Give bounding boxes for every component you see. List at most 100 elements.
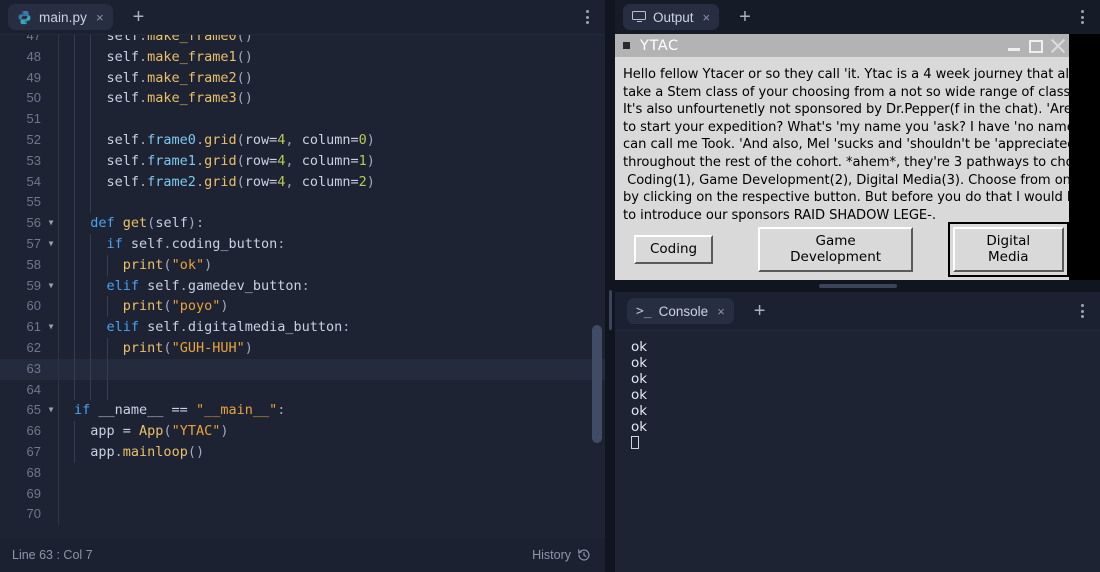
gutter-divider — [58, 67, 72, 89]
code-area[interactable]: 47 self.make_frame0() 48 self.make_frame1… — [0, 34, 605, 538]
code-token: ) — [366, 131, 375, 148]
editor-scrollbar-thumb[interactable] — [592, 325, 602, 443]
ytac-window-titlebar[interactable]: YTAC — [615, 34, 1069, 57]
code-token: = — [350, 152, 359, 169]
code-line[interactable]: 70 — [0, 504, 605, 526]
code-line[interactable]: 47 self.make_frame0() — [0, 35, 605, 47]
code-line[interactable]: 61 ▼ elif self.digitalmedia_button: — [0, 317, 605, 338]
coding-button[interactable]: Coding — [634, 235, 714, 264]
code-line[interactable]: 51 — [0, 109, 605, 130]
editor-vertical-scrollbar[interactable] — [592, 35, 602, 538]
code-line[interactable]: 62 print("GUH-HUH") — [0, 337, 605, 359]
code-token: self — [106, 173, 140, 190]
maximize-icon[interactable] — [1026, 36, 1046, 56]
code-token: ( — [163, 423, 172, 440]
output-kebab-menu-icon[interactable] — [1074, 9, 1090, 25]
gutter-divider — [58, 171, 72, 193]
code-text: print("GUH-HUH") — [72, 337, 605, 359]
code-line[interactable]: 68 — [0, 462, 605, 484]
chevron-down-icon[interactable]: ▼ — [44, 234, 58, 255]
digital-media-button[interactable]: Digital Media — [952, 227, 1065, 272]
console-new-tab-button[interactable]: + — [748, 301, 772, 321]
close-icon[interactable]: × — [717, 304, 725, 319]
code-line[interactable]: 58 print("ok") — [0, 254, 605, 276]
code-token: digitalmedia_button — [187, 319, 343, 336]
code-line[interactable]: 60 print("poyo") — [0, 296, 605, 318]
ytac-pathway-buttons: Coding Game Development Digital Media — [615, 222, 1069, 277]
minimize-icon[interactable] — [1005, 36, 1025, 56]
editor-statusbar: Line 63 : Col 7 History — [0, 538, 605, 572]
close-icon[interactable]: × — [703, 10, 711, 25]
code-token: 1 — [358, 152, 367, 169]
code-line[interactable]: 67 app.mainloop() — [0, 441, 605, 463]
code-text: elif self.digitalmedia_button: — [72, 317, 605, 338]
code-line[interactable]: 54 self.frame2.grid(row=4, column=2) — [0, 171, 605, 193]
game-development-button[interactable]: Game Development — [758, 227, 913, 272]
code-token: make_frame3 — [147, 90, 237, 107]
code-line[interactable]: 59 ▼ elif self.gamedev_button: — [0, 275, 605, 297]
chevron-down-icon[interactable]: ▼ — [44, 276, 58, 297]
code-line[interactable]: 64 — [0, 379, 605, 401]
line-number: 54 — [26, 173, 41, 189]
code-line[interactable]: 48 self.make_frame1() — [0, 46, 605, 68]
indent-guide — [90, 337, 92, 359]
gutter-divider — [58, 129, 72, 151]
code-token: get — [122, 215, 148, 232]
indent-guide — [74, 441, 75, 463]
code-token: . — [179, 319, 188, 336]
coding-button-box: Coding — [629, 230, 718, 269]
vertical-splitter-grip[interactable] — [609, 290, 612, 330]
chevron-down-icon[interactable]: ▼ — [44, 317, 58, 338]
code-line[interactable]: 66 app = App("YTAC") — [0, 421, 605, 442]
history-button[interactable]: History — [532, 548, 591, 562]
code-token: grid — [204, 173, 237, 190]
code-line[interactable]: 49 self.make_frame2() — [0, 67, 605, 89]
gutter-divider — [58, 233, 72, 255]
tab-console[interactable]: >_ Console × — [627, 298, 734, 324]
code-line[interactable]: 65 ▼ if __name__ == "__main__": — [0, 400, 605, 422]
code-line[interactable]: 56 ▼ def get(self): — [0, 213, 605, 234]
gutter-divider — [58, 337, 72, 359]
editor-tab-main-py[interactable]: main.py × — [8, 4, 113, 30]
editor-kebab-menu-icon[interactable] — [579, 9, 595, 25]
close-icon[interactable]: × — [96, 11, 104, 24]
indent-guide — [90, 46, 92, 68]
code-token: row — [244, 173, 270, 190]
code-text: self.make_frame0() — [72, 35, 605, 47]
code-line[interactable]: 50 self.make_frame3() — [0, 88, 605, 110]
tab-output[interactable]: Output × — [623, 4, 720, 30]
code-token: self — [155, 215, 188, 232]
code-token: frame2 — [147, 173, 196, 190]
close-icon[interactable] — [1047, 36, 1067, 56]
code-line[interactable]: 63 — [0, 358, 605, 380]
code-token: () — [236, 90, 253, 107]
output-new-tab-button[interactable]: + — [733, 7, 757, 27]
new-tab-button[interactable]: + — [127, 7, 151, 27]
console-kebab-menu-icon[interactable] — [1074, 303, 1090, 319]
gutter-divider — [58, 504, 72, 526]
code-token: ( — [163, 256, 172, 273]
indent-guide — [90, 171, 92, 193]
console-output[interactable]: ok ok ok ok ok ok — [615, 330, 1100, 572]
code-token: def — [90, 215, 123, 232]
code-line[interactable]: 57 ▼ if self.coding_button: — [0, 233, 605, 255]
code-line[interactable]: 53 self.frame1.grid(row=4, column=1) — [0, 150, 605, 172]
chevron-down-icon[interactable]: ▼ — [44, 400, 58, 421]
horizontal-splitter-grip[interactable] — [818, 284, 897, 288]
code-token: ( — [163, 298, 172, 315]
line-number: 65 — [26, 402, 41, 418]
code-token: column — [301, 152, 351, 169]
code-line[interactable]: 69 — [0, 483, 605, 505]
horizontal-splitter[interactable] — [615, 280, 1100, 292]
code-token: == — [163, 402, 196, 419]
vertical-splitter[interactable] — [605, 0, 615, 572]
code-line[interactable]: 55 — [0, 192, 605, 214]
code-token: . — [179, 277, 188, 294]
ytac-window: YTAC Hello fellow Ytacer or so they call… — [615, 34, 1069, 280]
code-token: . — [139, 35, 148, 44]
code-token: () — [236, 48, 253, 65]
chevron-down-icon[interactable]: ▼ — [44, 213, 58, 234]
code-text: if __name__ == "__main__": — [72, 400, 605, 421]
line-number: 67 — [26, 443, 41, 459]
code-line[interactable]: 52 self.frame0.grid(row=4, column=0) — [0, 129, 605, 151]
